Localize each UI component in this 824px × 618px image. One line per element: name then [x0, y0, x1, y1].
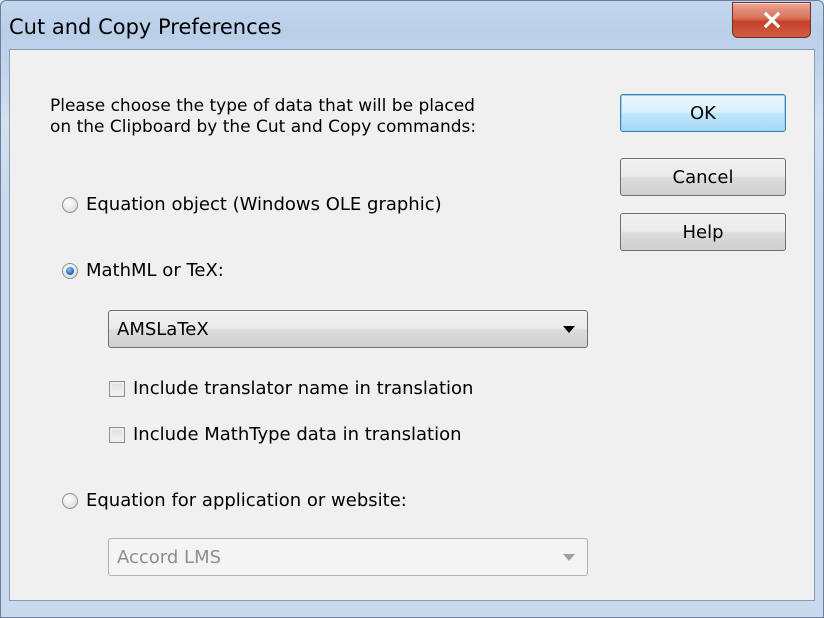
- dialog-window: Cut and Copy Preferences Please choose t…: [0, 0, 824, 618]
- checkbox-include-mathtype[interactable]: Include MathType data in translation: [109, 424, 462, 445]
- window-title: Cut and Copy Preferences: [9, 15, 282, 39]
- radio-button-selected[interactable]: [62, 262, 78, 279]
- mathml-format-select[interactable]: AMSLaTeX: [108, 310, 588, 348]
- chevron-down-icon: [563, 326, 575, 333]
- close-button[interactable]: [732, 2, 811, 38]
- radio-label: Equation object (Windows OLE graphic): [86, 194, 442, 215]
- radio-equation-app[interactable]: Equation for application or website:: [62, 490, 407, 511]
- radio-button[interactable]: [62, 492, 78, 509]
- radio-button[interactable]: [62, 196, 78, 213]
- instruction-text: Please choose the type of data that will…: [50, 96, 476, 138]
- checkbox[interactable]: [109, 426, 125, 443]
- checkbox-include-translator[interactable]: Include translator name in translation: [109, 378, 473, 399]
- close-icon: [763, 12, 780, 28]
- radio-label: Equation for application or website:: [86, 490, 407, 511]
- select-value: Accord LMS: [117, 546, 222, 568]
- dialog-body: Please choose the type of data that will…: [9, 49, 815, 601]
- radio-mathml-tex[interactable]: MathML or TeX:: [62, 260, 224, 281]
- title-bar[interactable]: Cut and Copy Preferences: [1, 1, 823, 49]
- select-value: AMSLaTeX: [117, 318, 209, 340]
- checkbox[interactable]: [109, 380, 125, 397]
- checkbox-label: Include MathType data in translation: [133, 424, 462, 445]
- radio-equation-object[interactable]: Equation object (Windows OLE graphic): [62, 194, 442, 215]
- help-button[interactable]: Help: [620, 213, 786, 251]
- chevron-down-icon: [563, 554, 575, 561]
- instruction-line-1: Please choose the type of data that will…: [50, 96, 475, 116]
- radio-label: MathML or TeX:: [86, 260, 224, 281]
- instruction-line-2: on the Clipboard by the Cut and Copy com…: [50, 117, 477, 137]
- ok-button[interactable]: OK: [620, 94, 786, 132]
- application-select: Accord LMS: [108, 538, 588, 576]
- checkbox-label: Include translator name in translation: [133, 378, 474, 399]
- cancel-button[interactable]: Cancel: [620, 158, 786, 196]
